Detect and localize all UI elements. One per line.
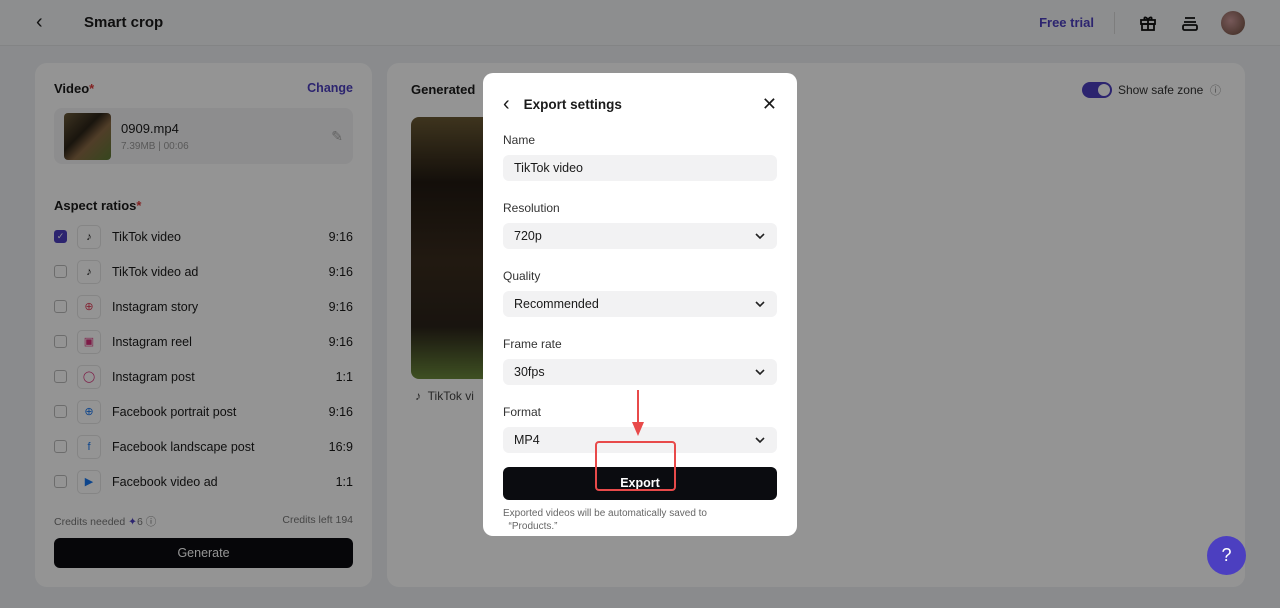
annotation-arrowhead: [632, 422, 644, 436]
field-value: 30fps: [514, 365, 545, 379]
chevron-down-icon: [754, 433, 766, 447]
annotation-arrow: [637, 390, 639, 426]
name-input[interactable]: TikTok video: [503, 155, 777, 181]
export-note-2: “Products.”: [503, 521, 558, 532]
question-icon: ?: [1221, 545, 1232, 565]
chevron-down-icon: [754, 229, 766, 243]
chevron-down-icon: [754, 297, 766, 311]
annotation-highlight-box: [595, 441, 676, 491]
close-icon[interactable]: ✕: [762, 94, 777, 115]
field-label: Format: [503, 405, 542, 419]
help-button[interactable]: ?: [1207, 536, 1246, 575]
field-value: TikTok video: [514, 161, 584, 175]
field-label: Name: [503, 133, 536, 147]
field-label: Quality: [503, 269, 541, 283]
field-value: 720p: [514, 229, 542, 243]
field-select[interactable]: Recommended: [503, 291, 777, 317]
field-select[interactable]: 30fps: [503, 359, 777, 385]
field-value: Recommended: [514, 297, 599, 311]
back-icon[interactable]: ‹: [503, 93, 510, 116]
field-select[interactable]: 720p: [503, 223, 777, 249]
chevron-down-icon: [754, 365, 766, 379]
field-label: Resolution: [503, 201, 560, 215]
export-note: Exported videos will be automatically sa…: [503, 508, 707, 519]
field-label: Frame rate: [503, 337, 562, 351]
field-value: MP4: [514, 433, 540, 447]
dialog-title: Export settings: [523, 96, 622, 112]
